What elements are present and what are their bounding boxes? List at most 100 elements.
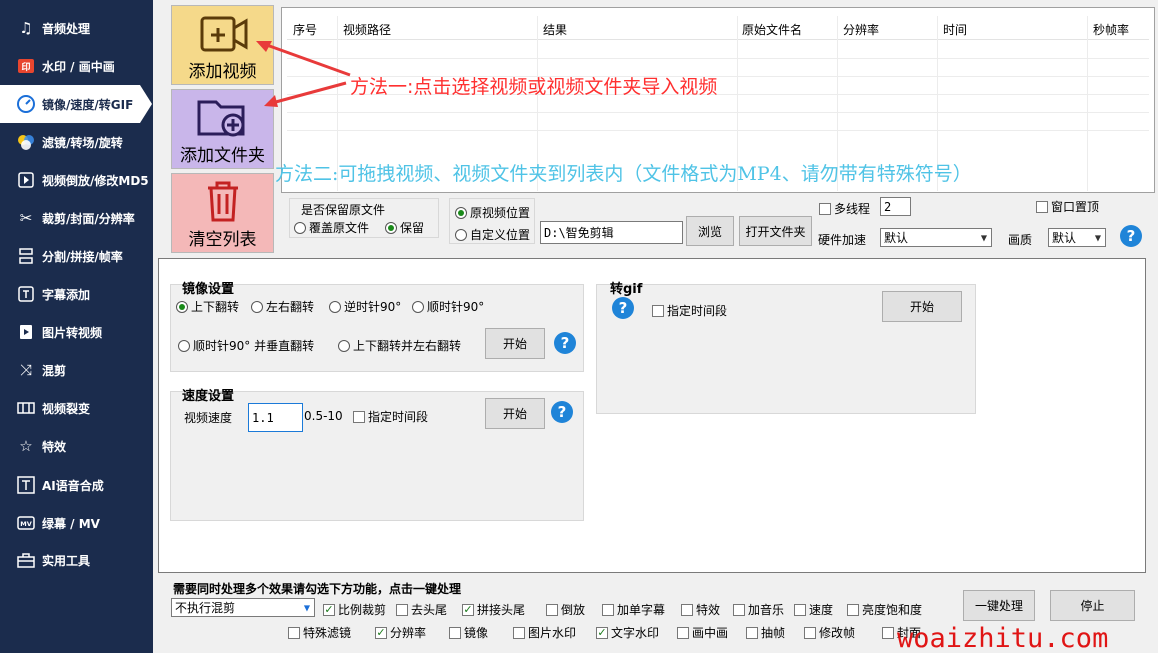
- sidebar-item-label: 字幕添加: [42, 287, 91, 302]
- one-click-process-button[interactable]: 一键处理: [963, 590, 1035, 621]
- watermark-icon: 印: [16, 56, 36, 76]
- help-icon[interactable]: ?: [1120, 225, 1142, 247]
- speed-time-segment-checkbox[interactable]: 指定时间段: [353, 408, 428, 425]
- ratio-crop-checkbox[interactable]: ✓ 比例裁剪: [323, 601, 386, 618]
- rotate-cw90-vflip-radio[interactable]: 顺时针90° 并垂直翻转: [178, 337, 314, 354]
- help-icon[interactable]: ?: [612, 297, 634, 319]
- batch-hint: 需要同时处理多个效果请勾选下方功能，点击一键处理: [173, 582, 462, 596]
- modify-frame-checkbox[interactable]: 修改帧: [804, 624, 855, 641]
- speed-input[interactable]: 1.1: [248, 403, 303, 432]
- scissors-icon: ✂: [19, 209, 33, 227]
- chevron-down-icon: ▼: [980, 233, 987, 242]
- brightness-saturation-checkbox[interactable]: 亮度饱和度: [847, 601, 922, 618]
- hw-accel-select[interactable]: 默认 ▼: [880, 228, 992, 247]
- sidebar-item-label: 裁剪/封面/分辨率: [42, 211, 135, 226]
- hw-accel-label: 硬件加速: [818, 233, 867, 247]
- help-icon[interactable]: ?: [554, 332, 576, 354]
- gif-title: 转gif: [610, 282, 643, 297]
- column-header[interactable]: 结果: [543, 21, 567, 38]
- sidebar-item-reverse[interactable]: 视频倒放/修改MD5: [0, 161, 153, 199]
- sidebar-item-crop[interactable]: ✂ 裁剪/封面/分辨率: [0, 199, 153, 237]
- effects-checkbox[interactable]: 特效: [681, 601, 720, 618]
- speed-gauge-icon: [16, 94, 36, 114]
- join-head-tail-checkbox[interactable]: ✓ 拼接头尾: [462, 601, 525, 618]
- stop-button[interactable]: 停止: [1050, 590, 1135, 621]
- column-header[interactable]: 分辨率: [843, 21, 879, 38]
- add-subtitle-checkbox[interactable]: 加单字幕: [602, 601, 665, 618]
- sidebar-item-watermark[interactable]: 印 水印 / 画中画: [0, 47, 153, 85]
- flip-vertical-radio[interactable]: 上下翻转: [176, 298, 239, 315]
- gif-time-segment-checkbox[interactable]: 指定时间段: [652, 302, 727, 319]
- sidebar-item-image-video[interactable]: 图片转视频: [0, 313, 153, 351]
- sidebar-item-label: 图片转视频: [42, 325, 103, 340]
- sidebar-item-split[interactable]: 分割/拼接/帧率: [0, 237, 153, 275]
- split-icon: [16, 246, 36, 266]
- sidebar-item-label: 水印 / 画中画: [42, 59, 115, 74]
- special-filter-checkbox[interactable]: 特殊滤镜: [288, 624, 351, 641]
- picture-in-picture-checkbox[interactable]: 画中画: [677, 624, 728, 641]
- help-icon[interactable]: ?: [551, 401, 573, 423]
- quality-label: 画质: [1008, 233, 1033, 247]
- sidebar-item-mirror-speed-gif[interactable]: 镜像/速度/转GIF: [0, 85, 152, 123]
- sidebar-item-label: 滤镜/转场/旋转: [42, 135, 123, 150]
- sidebar-item-ai-voice[interactable]: AI语音合成: [0, 466, 153, 504]
- flip-horizontal-radio[interactable]: 左右翻转: [251, 298, 314, 315]
- mirror-checkbox[interactable]: 镜像: [449, 624, 488, 641]
- open-folder-button[interactable]: 打开文件夹: [739, 216, 812, 246]
- vflip-hflip-radio[interactable]: 上下翻转并左右翻转: [338, 337, 461, 354]
- quality-select[interactable]: 默认 ▼: [1048, 228, 1106, 247]
- image-watermark-checkbox[interactable]: 图片水印: [513, 624, 576, 641]
- resolution-checkbox[interactable]: ✓ 分辨率: [375, 624, 426, 641]
- mix-select[interactable]: 不执行混剪 ▼: [171, 598, 315, 617]
- sidebar-item-audio[interactable]: ♫ 音频处理: [0, 9, 153, 47]
- sparkle-icon: ☆: [19, 437, 33, 455]
- sidebar-item-green-mv[interactable]: MV 绿幕 / MV: [0, 504, 153, 542]
- output-path-input[interactable]: D:\智免剪辑: [540, 221, 683, 244]
- custom-location-radio[interactable]: 自定义位置: [455, 226, 530, 243]
- speed-label: 视频速度: [184, 411, 233, 425]
- chevron-down-icon: ▼: [303, 603, 310, 612]
- keep-radio[interactable]: 保留: [385, 219, 424, 236]
- speed-title: 速度设置: [182, 389, 235, 404]
- thread-count-input[interactable]: 2: [880, 197, 911, 216]
- original-location-radio[interactable]: 原视频位置: [455, 204, 530, 221]
- table-header: 序号 视频路径 结果 原始文件名 分辨率 时间 秒帧率: [287, 16, 1149, 40]
- add-video-icon: [199, 14, 249, 59]
- rotate-ccw90-radio[interactable]: 逆时针90°: [329, 298, 401, 315]
- window-top-checkbox[interactable]: 窗口置顶: [1036, 198, 1099, 215]
- sidebar-item-subtitle[interactable]: 字幕添加: [0, 275, 153, 313]
- mv-icon: MV: [16, 513, 36, 533]
- film-grid-icon: [16, 398, 36, 418]
- sidebar-item-label: 分割/拼接/帧率: [42, 249, 123, 264]
- speed-start-button[interactable]: 开始: [485, 398, 545, 429]
- sidebar-item-label: AI语音合成: [42, 478, 104, 493]
- image-to-video-icon: [16, 322, 36, 342]
- method1-annotation: 方法一:点击选择视频或视频文件夹导入视频: [350, 76, 718, 98]
- rotate-cw90-radio[interactable]: 顺时针90°: [412, 298, 484, 315]
- overwrite-radio[interactable]: 覆盖原文件: [294, 219, 369, 236]
- mirror-title: 镜像设置: [182, 282, 235, 297]
- sidebar-item-tools[interactable]: 实用工具: [0, 541, 153, 579]
- sidebar-item-filter[interactable]: 滤镜/转场/旋转: [0, 123, 153, 161]
- sidebar-item-effects[interactable]: ☆ 特效: [0, 427, 153, 465]
- sidebar-item-label: 镜像/速度/转GIF: [42, 97, 134, 112]
- sidebar-item-label: 视频倒放/修改MD5: [42, 173, 149, 188]
- text-watermark-checkbox[interactable]: ✓ 文字水印: [596, 624, 659, 641]
- add-music-checkbox[interactable]: 加音乐: [733, 601, 784, 618]
- reverse-checkbox[interactable]: 倒放: [546, 601, 585, 618]
- sidebar-item-fission[interactable]: 视频裂变: [0, 389, 153, 427]
- clear-list-button[interactable]: 清空列表: [171, 173, 274, 253]
- column-header[interactable]: 原始文件名: [742, 21, 802, 38]
- trim-head-tail-checkbox[interactable]: 去头尾: [396, 601, 447, 618]
- gif-start-button[interactable]: 开始: [882, 291, 962, 322]
- frame-extract-checkbox[interactable]: 抽帧: [746, 624, 785, 641]
- speed-checkbox[interactable]: 速度: [794, 601, 833, 618]
- browse-button[interactable]: 浏览: [686, 216, 734, 246]
- mirror-start-button[interactable]: 开始: [485, 328, 545, 359]
- grid-line: [287, 130, 1149, 131]
- column-header[interactable]: 秒帧率: [1093, 21, 1129, 38]
- sidebar-item-mix[interactable]: ⤨ 混剪: [0, 351, 153, 389]
- multithread-checkbox[interactable]: 多线程: [819, 200, 870, 217]
- column-header[interactable]: 时间: [943, 21, 967, 38]
- svg-text:MV: MV: [20, 520, 32, 528]
